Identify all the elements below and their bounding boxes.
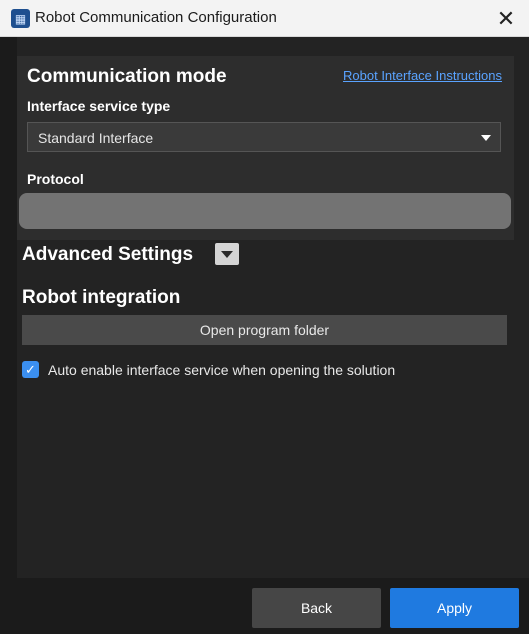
close-icon: ✕: [496, 5, 516, 31]
auto-enable-row: ✓ Auto enable interface service when ope…: [22, 361, 395, 378]
protocol-field[interactable]: [19, 193, 511, 229]
robot-interface-instructions-link[interactable]: Robot Interface Instructions: [343, 68, 502, 83]
close-button[interactable]: ✕: [483, 0, 529, 37]
apply-button[interactable]: Apply: [390, 588, 519, 628]
interface-service-type-value: Standard Interface: [38, 130, 154, 146]
protocol-label: Protocol: [27, 171, 84, 187]
left-edge: [0, 37, 17, 634]
window-title: Robot Communication Configuration: [35, 9, 277, 26]
open-program-folder-button[interactable]: Open program folder: [22, 315, 507, 345]
robot-integration-title: Robot integration: [22, 287, 181, 308]
back-button[interactable]: Back: [252, 588, 381, 628]
auto-enable-checkbox[interactable]: ✓: [22, 361, 39, 378]
checkmark-icon: ✓: [25, 361, 36, 377]
communication-panel: Communication mode Robot Interface Instr…: [17, 56, 514, 240]
communication-mode-title: Communication mode: [27, 66, 227, 87]
robot-app-icon: ▦: [11, 9, 30, 28]
interface-service-type-select[interactable]: Standard Interface: [27, 122, 501, 152]
footer-bar: Back Apply: [17, 578, 529, 634]
auto-enable-label: Auto enable interface service when openi…: [48, 361, 396, 378]
title-bar: ▦ Robot Communication Configuration ✕: [0, 0, 529, 37]
advanced-settings-title: Advanced Settings: [22, 244, 194, 265]
advanced-settings-toggle[interactable]: [215, 243, 239, 265]
chevron-down-icon: [481, 135, 491, 141]
interface-service-type-label: Interface service type: [27, 98, 171, 114]
